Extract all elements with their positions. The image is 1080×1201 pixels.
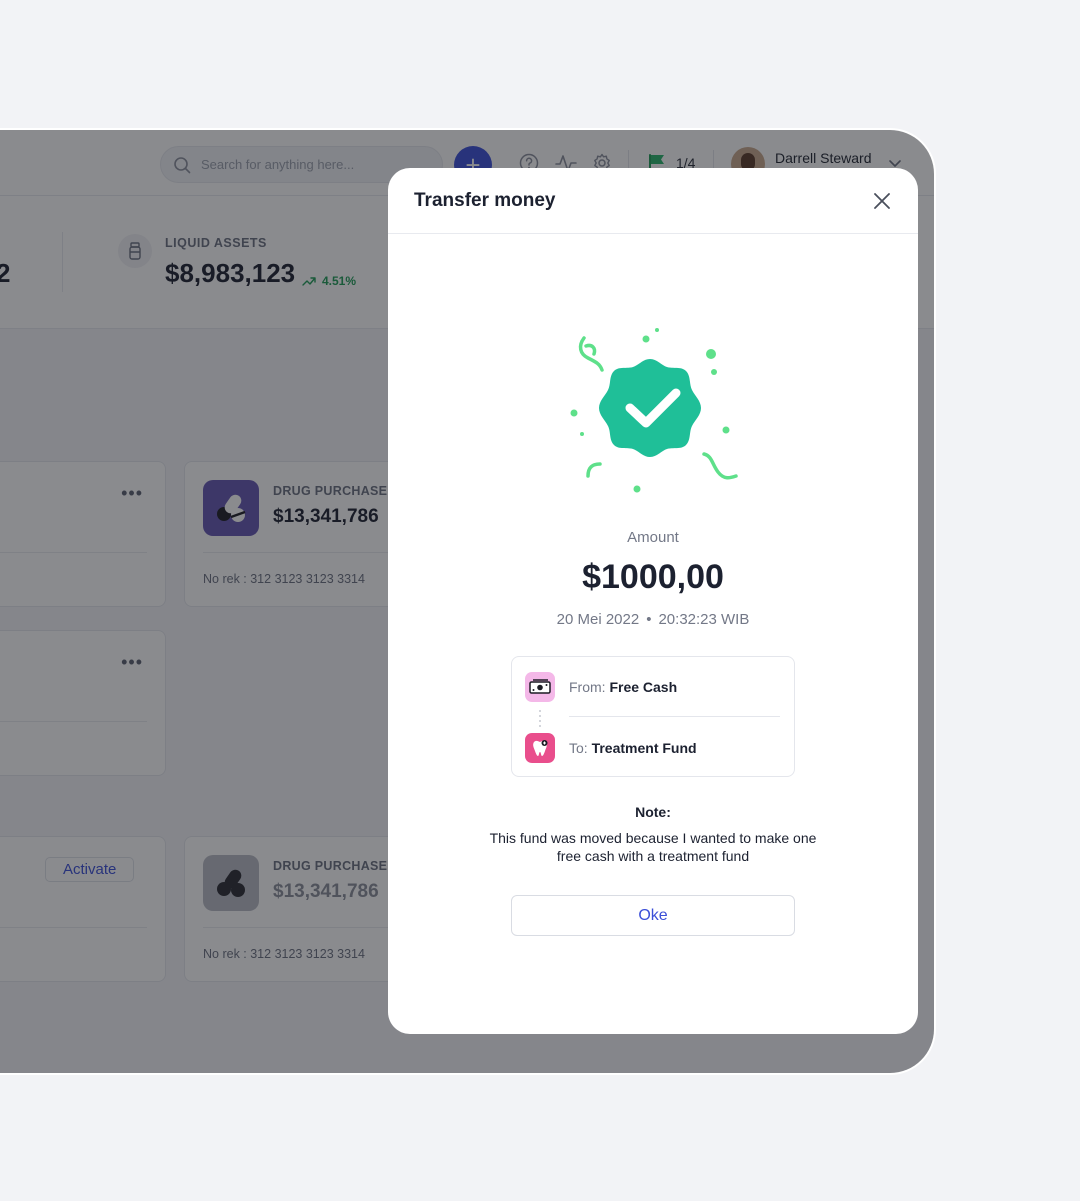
to-label: To: [569,740,588,756]
ok-button[interactable]: Oke [511,895,795,936]
transaction-time: 20:32:23 WIB [658,611,750,628]
from-text: From: Free Cash [569,679,677,695]
transfer-divider [569,716,780,717]
separator-dot: • [646,611,652,628]
to-value: Treatment Fund [591,740,697,756]
transfer-details: From: Free Cash To: Treatment Fund [511,656,795,777]
to-text: To: Treatment Fund [569,740,697,756]
tooth-icon [525,733,555,763]
close-button[interactable] [870,189,894,213]
connector-icon [539,710,541,727]
amount-value: $1000,00 [582,558,724,596]
modal-header: Transfer money [388,168,918,234]
from-label: From: [569,679,606,695]
to-row: To: Treatment Fund [525,733,697,763]
screen: + 1/4 Darrell Steward [0,0,1080,1201]
modal-title: Transfer money [414,190,556,211]
transfer-money-modal: Transfer money Amount $1000,00 20 Mei 20… [388,168,918,1034]
close-icon [874,193,890,209]
cash-icon [525,672,555,702]
transaction-date: 20 Mei 2022 [556,611,640,628]
success-badge-icon [570,328,738,493]
from-value: Free Cash [609,679,678,695]
from-row: From: Free Cash [525,672,677,702]
transaction-datetime: 20 Mei 2022 • 20:32:23 WIB [388,611,918,628]
note-text: This fund was moved because I wanted to … [489,830,817,864]
amount-label: Amount [627,529,679,546]
note-title: Note: [635,804,671,820]
